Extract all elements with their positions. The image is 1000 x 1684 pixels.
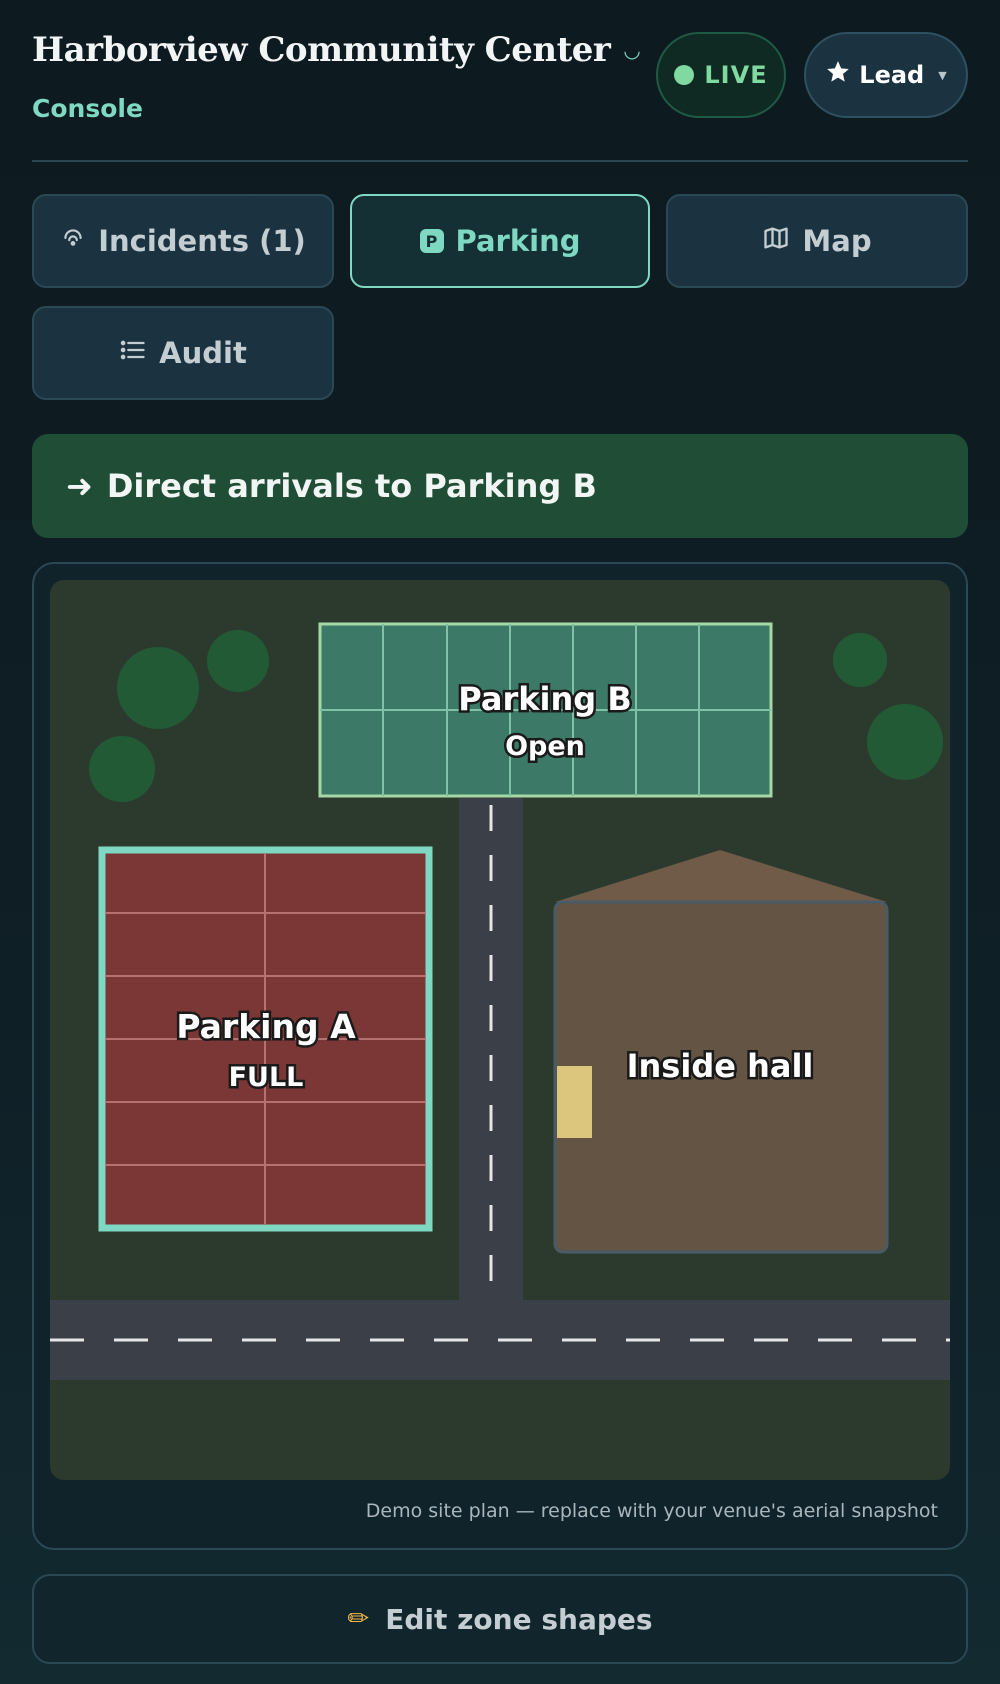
map-icon xyxy=(762,224,790,259)
parking-icon: P xyxy=(419,229,444,253)
tab-incidents[interactable]: Incidents (1) xyxy=(32,194,334,288)
hall-door xyxy=(557,1066,592,1138)
venue-title-text: Harborview Community Center xyxy=(32,30,611,70)
guidance-text: Direct arrivals to Parking B xyxy=(106,467,597,505)
edit-zone-shapes-label: Edit zone shapes xyxy=(385,1602,653,1636)
tree-group-right xyxy=(833,633,943,780)
zone-parking-b[interactable]: Parking B Open xyxy=(318,622,773,798)
chevron-down-icon: ▼ xyxy=(938,68,947,82)
signal-icon xyxy=(60,224,86,258)
role-label: Lead xyxy=(859,61,925,89)
tab-audit[interactable]: Audit xyxy=(32,306,334,400)
hall-name: Inside hall xyxy=(627,1047,814,1085)
tab-parking-label: Parking xyxy=(455,224,581,258)
tab-audit-label: Audit xyxy=(159,336,247,370)
venue-title: Harborview Community Center ◡ xyxy=(32,30,640,70)
tab-map-label: Map xyxy=(802,224,872,258)
console-subtitle: Console xyxy=(32,94,143,123)
zone-inside-hall[interactable]: Inside hall xyxy=(553,850,889,1254)
live-dot-icon xyxy=(674,65,695,85)
edit-zone-shapes-button[interactable]: ✏ Edit zone shapes xyxy=(32,1574,968,1664)
parking-a-status: FULL xyxy=(229,1062,304,1093)
parking-b-name: Parking B xyxy=(458,680,631,718)
site-plan: Parking B Open Parking A FULL Inside hal… xyxy=(50,580,950,1480)
map-caption: Demo site plan — replace with your venue… xyxy=(365,1500,938,1522)
smile-icon: ◡ xyxy=(624,38,640,62)
live-label: LIVE xyxy=(704,61,768,89)
tab-map[interactable]: Map xyxy=(666,194,968,288)
list-icon xyxy=(119,336,147,371)
tab-parking[interactable]: P Parking xyxy=(350,194,650,288)
arrow-right-icon: ➜ xyxy=(66,467,93,505)
role-menu-button[interactable]: Lead ▼ xyxy=(804,32,968,118)
live-status-pill: LIVE xyxy=(656,32,786,118)
star-icon xyxy=(825,59,851,91)
parking-a-name: Parking A xyxy=(176,1007,356,1046)
zone-parking-a[interactable]: Parking A FULL xyxy=(98,846,433,1232)
app-header: Harborview Community Center ◡ Console LIV… xyxy=(32,0,968,162)
guidance-banner: ➜ Direct arrivals to Parking B xyxy=(32,434,968,538)
pencil-icon: ✏ xyxy=(347,1604,370,1634)
site-map-panel: Parking B Open Parking A FULL Inside hal… xyxy=(32,562,968,1550)
tab-incidents-label: Incidents (1) xyxy=(98,224,306,258)
tree-group-left xyxy=(89,630,269,802)
parking-b-status: Open xyxy=(505,731,585,762)
